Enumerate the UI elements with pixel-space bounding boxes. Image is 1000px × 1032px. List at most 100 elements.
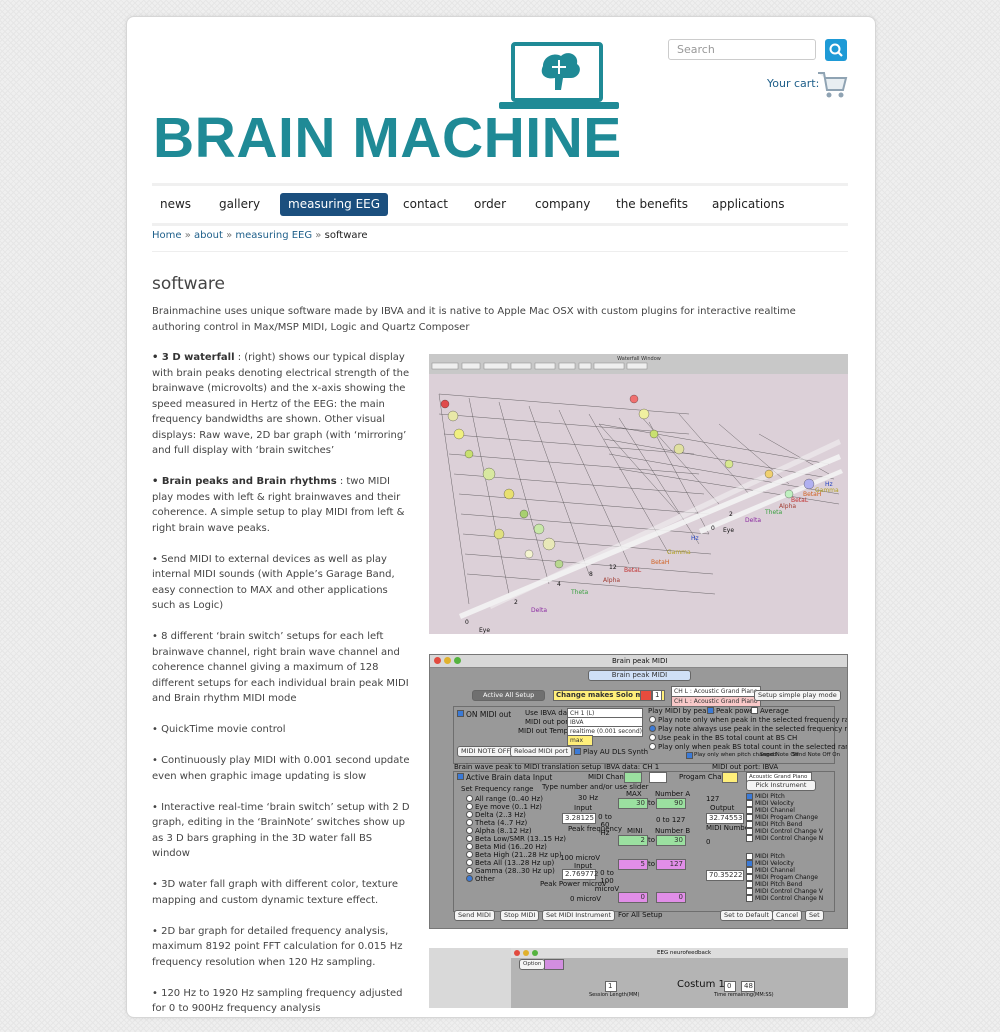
set-button[interactable]: Set (805, 910, 824, 921)
session-field[interactable]: 1 (605, 981, 617, 992)
play-changed-checkbox[interactable] (686, 752, 693, 759)
zoom-icon[interactable] (532, 950, 538, 956)
max-field[interactable]: max (567, 735, 593, 746)
nav-order[interactable]: order (466, 193, 514, 216)
cart-label[interactable]: Your cart: (767, 77, 819, 90)
play-au-checkbox[interactable] (574, 748, 581, 755)
set-instrument-button[interactable]: Set MIDI Instrument (542, 910, 616, 921)
velocity-checkbox[interactable] (746, 853, 753, 860)
reload-midi-port-button[interactable]: Reload MIDI port (510, 746, 573, 757)
nav-measuring-eeg[interactable]: measuring EEG (280, 193, 389, 216)
option-button[interactable]: Option (519, 959, 546, 970)
velocity-checkbox[interactable] (746, 895, 753, 902)
range-radio[interactable] (466, 843, 473, 850)
play-option-radio[interactable] (649, 734, 656, 741)
range-label: Alpha (8..12 Hz) (475, 827, 532, 835)
range-radio[interactable] (466, 819, 473, 826)
neurofeedback-screenshot[interactable]: EEG neurofeedback Option 1 Costum 1 0 48… (429, 948, 848, 1008)
average-checkbox[interactable] (751, 707, 758, 714)
pitch-checkbox[interactable] (746, 793, 753, 800)
peak-power-checkbox[interactable] (707, 707, 714, 714)
remaining-sec-field[interactable]: 48 (741, 981, 755, 992)
max2-value[interactable]: 5 (618, 859, 648, 870)
velocity-checkbox[interactable] (746, 881, 753, 888)
midi-channel-select[interactable] (649, 772, 667, 783)
range-radio[interactable] (466, 859, 473, 866)
play-option-radio[interactable] (649, 716, 656, 723)
feature-text: • 120 Hz to 1920 Hz sampling frequency a… (152, 987, 403, 1015)
nav-applications[interactable]: applications (704, 193, 792, 216)
brain-peak-nav[interactable]: Brain peak MIDI (588, 670, 691, 681)
velocity-checkbox[interactable] (746, 867, 753, 874)
range-radio[interactable] (466, 851, 473, 858)
nav-company[interactable]: company (527, 193, 598, 216)
velocity-checkbox[interactable] (746, 874, 753, 881)
pick-instrument-button[interactable]: Pick Instrument (746, 780, 816, 791)
active-all-setup-button[interactable]: Active All Setup (472, 690, 546, 701)
range-label: Beta High (21..28 Hz up) (475, 851, 562, 859)
minimize-icon[interactable] (444, 657, 451, 664)
solo-value[interactable]: 1 (652, 690, 663, 701)
minimize-icon[interactable] (523, 950, 529, 956)
range-label: Other (475, 875, 495, 883)
pitch-checkbox[interactable] (746, 828, 753, 835)
range-radio[interactable] (466, 811, 473, 818)
pitch-checkbox[interactable] (746, 835, 753, 842)
feature-text: • Interactive real-time ‘brain switch’ s… (152, 801, 410, 860)
range-radio[interactable] (466, 875, 473, 882)
range-radio[interactable] (466, 827, 473, 834)
close-icon[interactable] (514, 950, 520, 956)
midi-note-off-button[interactable]: MIDI NOTE OFF (457, 746, 515, 757)
pitch-checkbox[interactable] (746, 821, 753, 828)
pitch-checkbox[interactable] (746, 814, 753, 821)
search-button[interactable] (825, 39, 847, 61)
breadcrumb-about[interactable]: about (194, 230, 223, 241)
feature-item: • Send MIDI to external devices as well … (152, 552, 412, 614)
min2-value[interactable]: 0 (618, 892, 648, 903)
brand-logo[interactable]: BRAIN MACHINE (153, 42, 623, 172)
cancel-button[interactable]: Cancel (772, 910, 803, 921)
output2-value[interactable]: 70.35222 (706, 870, 744, 881)
midi-channel-field[interactable] (624, 772, 642, 783)
active-input-checkbox[interactable] (457, 773, 464, 780)
number-b-value[interactable]: 30 (656, 835, 686, 846)
play-option-radio[interactable] (649, 725, 656, 732)
set-default-button[interactable]: Set to Default (720, 910, 774, 921)
range-radio[interactable] (466, 803, 473, 810)
range-radio[interactable] (466, 835, 473, 842)
brain-peak-midi-screenshot[interactable]: Brain peak MIDI Brain peak MIDI Active A… (429, 654, 848, 929)
output-value[interactable]: 32.74553 (706, 813, 744, 824)
nav-gallery[interactable]: gallery (211, 193, 268, 216)
velocity-checkbox[interactable] (746, 860, 753, 867)
range-radio[interactable] (466, 867, 473, 874)
nav-contact[interactable]: contact (395, 193, 456, 216)
range-label: Beta Mid (16..20 Hz) (475, 843, 547, 851)
search-input[interactable]: Search (668, 39, 816, 60)
breadcrumb-home[interactable]: Home (152, 230, 182, 241)
number-a2-value[interactable]: 127 (656, 859, 686, 870)
on-midi-out-checkbox[interactable] (457, 710, 464, 717)
nav-the-benefits[interactable]: the benefits (608, 193, 696, 216)
max-value[interactable]: 30 (618, 798, 648, 809)
input-value[interactable]: 3.28125 (562, 813, 596, 824)
remaining-min-field[interactable]: 0 (724, 981, 736, 992)
waterfall-screenshot[interactable]: Waterfall Window 0 Eye 2 Delta 4 Theta 8… (429, 354, 848, 634)
mini-value[interactable]: 2 (618, 835, 648, 846)
zoom-icon[interactable] (454, 657, 461, 664)
progam-change-field[interactable] (722, 772, 738, 783)
number-a-value[interactable]: 90 (656, 798, 686, 809)
input2-value[interactable]: 2.769772 (562, 869, 598, 880)
breadcrumb-measuring-eeg[interactable]: measuring EEG (235, 230, 312, 241)
pitch-checkbox[interactable] (746, 807, 753, 814)
number-b2-value[interactable]: 0 (656, 892, 686, 903)
stop-midi-button[interactable]: Stop MIDI (500, 910, 540, 921)
pitch-checkbox[interactable] (746, 800, 753, 807)
range-radio[interactable] (466, 795, 473, 802)
setup-simple-play-button[interactable]: Setup simple play mode (754, 690, 841, 701)
send-midi-button[interactable]: Send MIDI (454, 910, 495, 921)
play-option-radio[interactable] (649, 743, 656, 750)
velocity-checkbox[interactable] (746, 888, 753, 895)
cart-icon[interactable] (816, 70, 848, 100)
nav-news[interactable]: news (152, 193, 199, 216)
close-icon[interactable] (434, 657, 441, 664)
